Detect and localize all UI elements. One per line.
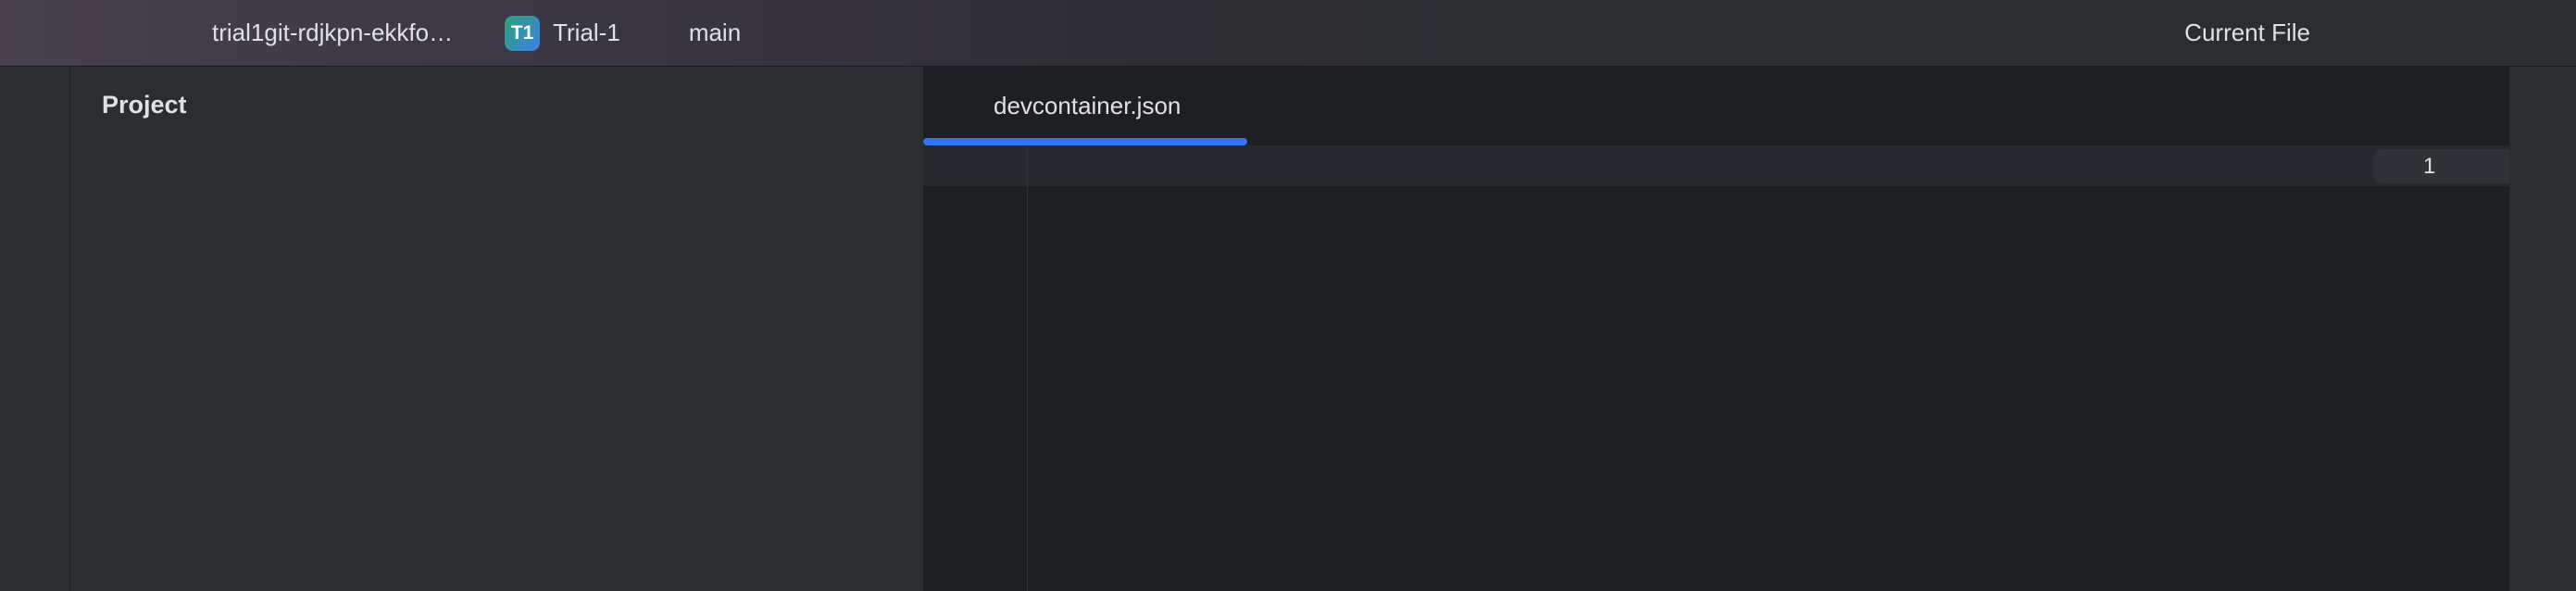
workspace-terminal-icon [170,19,199,47]
inspection-count: 1 [2423,154,2435,180]
branch-name[interactable]: main [689,19,741,47]
gutter-separator [1027,145,1028,591]
editor-tab-bar: devcontainer.json [923,67,2509,145]
window-controls [25,23,121,44]
left-tool-strip [0,67,70,591]
editor-area[interactable]: devcontainer.json 1 [923,67,2509,591]
tab-label: devcontainer.json [994,92,1181,120]
inspections-widget[interactable]: 1 [2373,149,2509,183]
devcontainer-cube-icon [954,93,982,120]
close-window-button[interactable] [25,23,45,44]
title-bar: trial1git-rdjkpn-ekkfo… T1 Trial-1 main … [0,0,2576,67]
tab-devcontainer-json[interactable]: devcontainer.json [923,67,1205,145]
zoom-window-button[interactable] [101,23,121,44]
project-tool-window: Project [70,67,923,591]
inspection-status-icon [2386,152,2414,182]
project-panel-title[interactable]: Project [102,91,187,119]
project-panel-header: Project [70,67,923,143]
project-switcher[interactable]: Trial-1 [553,19,620,47]
workspace-name[interactable]: trial1git-rdjkpn-ekkfo… [212,19,453,47]
active-tab-indicator [923,138,1247,145]
minimize-window-button[interactable] [63,23,83,44]
right-tool-strip [2509,67,2576,591]
caret-line-highlight [923,145,2509,186]
account-badge[interactable]: T1 [505,16,540,51]
run-configuration[interactable]: Current File [2184,19,2310,47]
